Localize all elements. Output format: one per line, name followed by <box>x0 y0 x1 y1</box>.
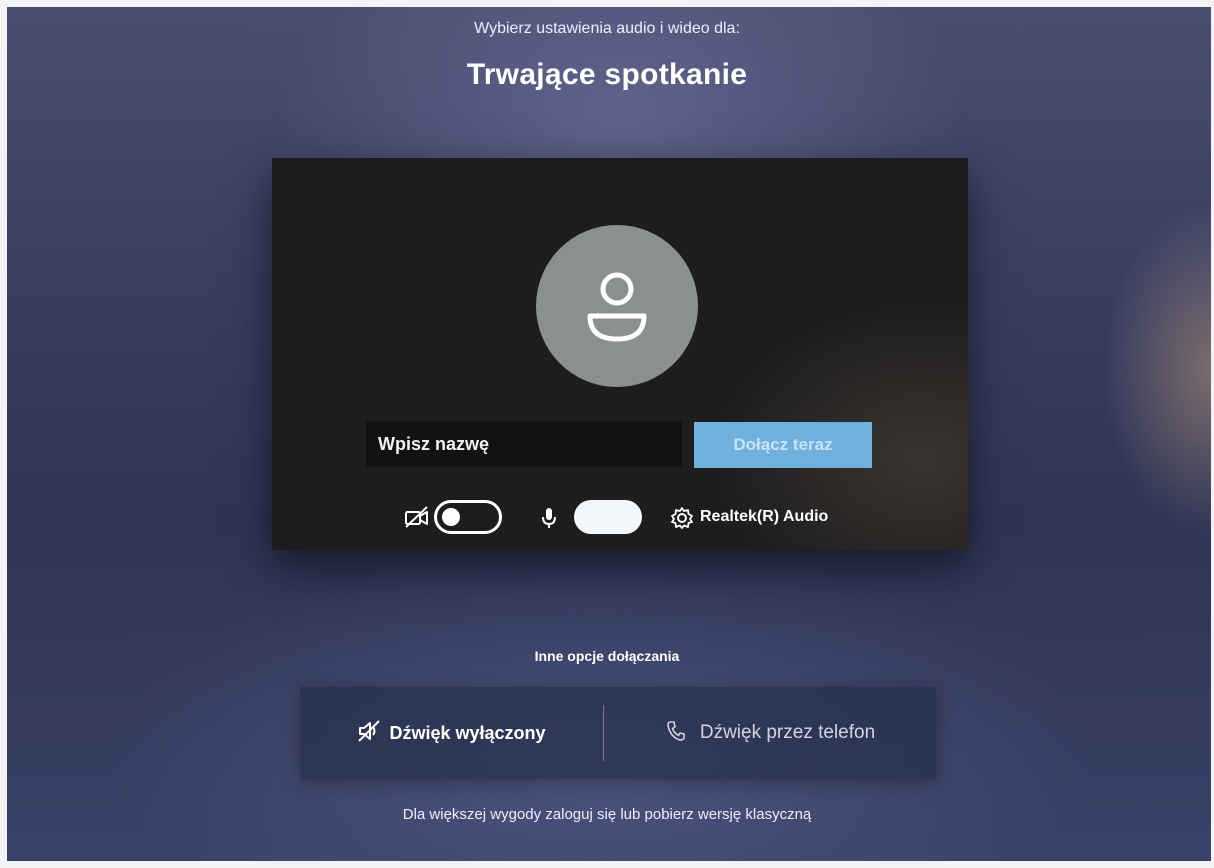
other-options-heading: Inne opcje dołączania <box>534 648 680 664</box>
page-title: Trwające spotkanie <box>466 58 748 91</box>
camera-toggle[interactable] <box>434 500 502 534</box>
gear-icon[interactable] <box>670 506 694 535</box>
media-controls: Realtek(R) Audio <box>272 500 968 536</box>
microphone-toggle[interactable] <box>574 500 642 534</box>
phone-icon <box>666 720 686 747</box>
avatar <box>536 225 698 387</box>
camera-off-icon <box>404 506 430 533</box>
user-icon <box>587 272 647 342</box>
name-input[interactable] <box>366 421 682 467</box>
audio-device-label[interactable]: Realtek(R) Audio <box>700 508 828 526</box>
toggle-knob <box>442 508 460 526</box>
preview-card: Dołącz teraz Realtek(R) <box>272 158 968 550</box>
phone-audio-option[interactable]: Dźwięk przez telefon <box>605 687 936 779</box>
speaker-off-icon <box>357 719 381 747</box>
page-subtitle: Wybierz ustawienia audio i wideo dla: <box>474 20 740 37</box>
microphone-icon <box>540 506 558 535</box>
audio-off-label: Dźwięk wyłączony <box>389 722 546 743</box>
join-now-button[interactable]: Dołącz teraz <box>694 422 872 468</box>
footer-signin-link[interactable]: Dla większej wygody zaloguj się lub pobi… <box>0 806 1214 823</box>
options-divider <box>603 705 604 761</box>
audio-off-option[interactable]: Dźwięk wyłączony <box>300 687 603 779</box>
phone-audio-label: Dźwięk przez telefon <box>699 722 876 743</box>
other-join-options: Dźwięk wyłączony Dźwięk przez telefon <box>300 687 936 779</box>
